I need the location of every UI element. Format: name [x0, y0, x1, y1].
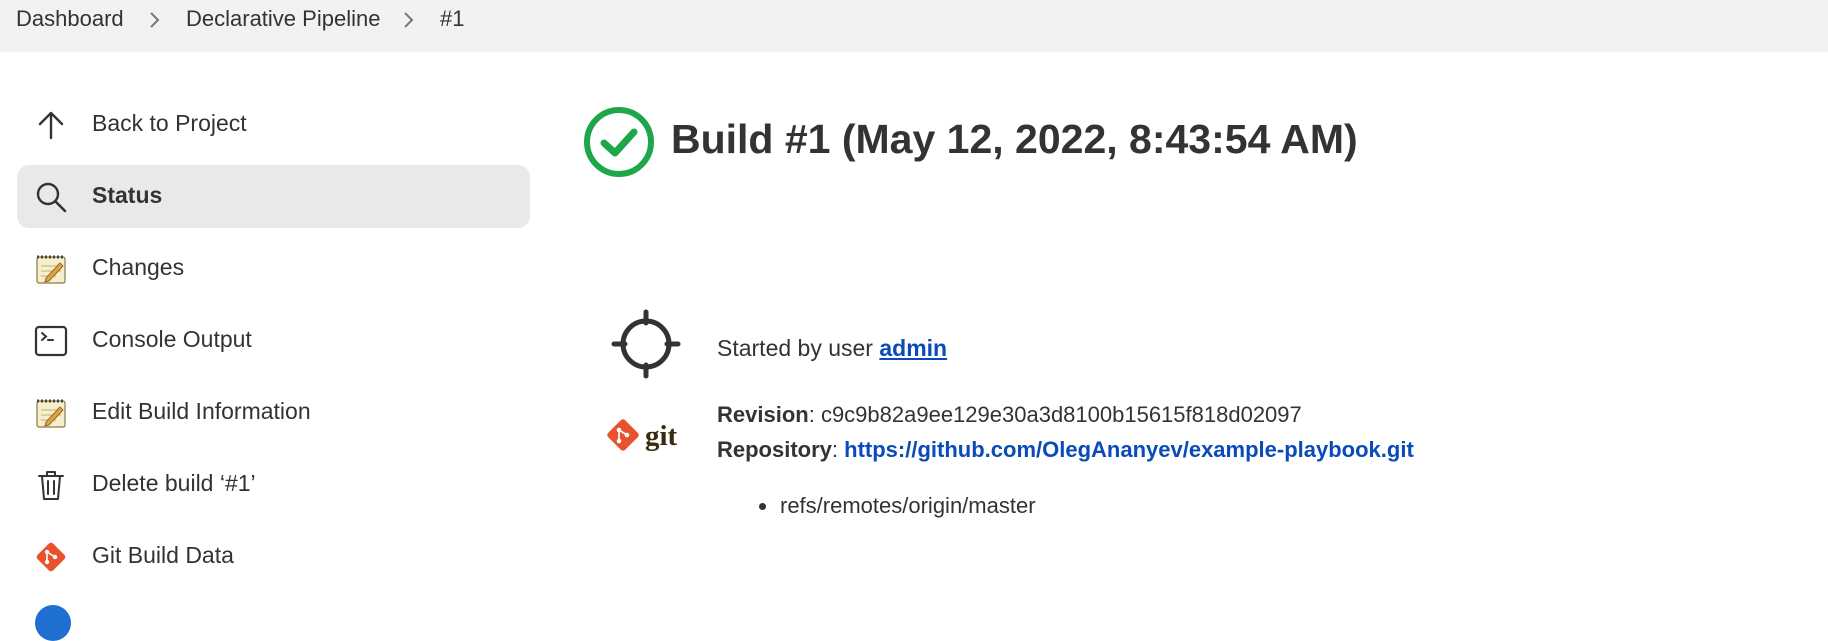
- repository-line: Repository: https://github.com/OlegAnany…: [717, 437, 1414, 462]
- sidebar-item-label: Git Build Data: [92, 542, 234, 568]
- partial-sidebar-icon: [35, 605, 71, 641]
- sidebar-item-label: Back to Project: [92, 110, 247, 136]
- notepad-icon: [34, 252, 68, 286]
- sidebar-item-label: Delete build ‘#1’: [92, 470, 256, 496]
- repository-link[interactable]: https://github.com/OlegAnanyev/example-p…: [844, 437, 1414, 462]
- trash-icon: [34, 468, 68, 502]
- sidebar-item-console-output[interactable]: Console Output: [17, 309, 530, 372]
- bullet: [759, 503, 766, 510]
- sidebar-item-git-build-data[interactable]: Git Build Data: [17, 525, 530, 588]
- started-by-prefix: Started by user: [717, 335, 873, 361]
- revision-value: c9c9b82a9ee129e30a3d8100b15615f818d02097: [820, 402, 1302, 427]
- svg-text:git: git: [645, 420, 678, 452]
- git-icon: [34, 540, 68, 574]
- breadcrumb: Dashboard Declarative Pipeline #1: [0, 0, 1828, 52]
- git-logo-icon: git: [607, 414, 687, 458]
- sidebar-item-label: Console Output: [92, 326, 252, 352]
- list-item: refs/remotes/origin/master: [740, 493, 1036, 519]
- chevron-right-icon: [402, 10, 416, 30]
- chevron-right-icon: [148, 10, 162, 30]
- sidebar-item-label: Status: [92, 182, 163, 208]
- started-by-text: Started by user admin: [717, 335, 947, 362]
- sidebar-item-label: Edit Build Information: [92, 398, 311, 424]
- search-icon: [34, 180, 68, 214]
- breadcrumb-project[interactable]: Declarative Pipeline: [186, 6, 380, 32]
- page-title: Build #1 (May 12, 2022, 8:43:54 AM): [671, 116, 1358, 162]
- arrow-up-icon: [34, 108, 68, 142]
- notepad-icon: [34, 396, 68, 430]
- sidebar-item-delete-build[interactable]: Delete build ‘#1’: [17, 453, 530, 516]
- breadcrumb-dashboard[interactable]: Dashboard: [16, 6, 124, 32]
- crosshair-icon: [610, 308, 682, 380]
- branch-list: refs/remotes/origin/master: [740, 493, 1036, 519]
- sidebar-item-edit-build-information[interactable]: Edit Build Information: [17, 381, 530, 444]
- repository-label: Repository: [717, 437, 832, 462]
- sidebar-item-status[interactable]: Status: [17, 165, 530, 228]
- revision-line: Revision: c9c9b82a9ee129e30a3d8100b15615…: [717, 402, 1302, 427]
- terminal-icon: [34, 324, 68, 358]
- sidebar-item-back-to-project[interactable]: Back to Project: [17, 93, 530, 156]
- user-admin-link[interactable]: admin: [879, 335, 947, 361]
- sidebar-item-label: Changes: [92, 254, 185, 280]
- breadcrumb-build[interactable]: #1: [440, 6, 464, 32]
- branch-name: refs/remotes/origin/master: [780, 493, 1036, 518]
- revision-label: Revision: [717, 402, 809, 427]
- success-check-icon: [582, 105, 656, 179]
- sidebar-item-changes[interactable]: Changes: [17, 237, 530, 300]
